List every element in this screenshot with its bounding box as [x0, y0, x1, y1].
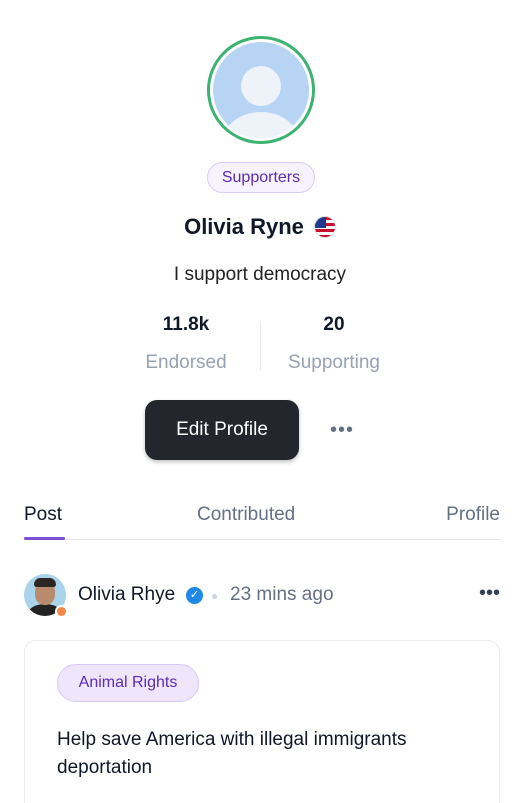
- tab-post[interactable]: Post: [24, 504, 66, 540]
- stat-supporting[interactable]: 20 Supporting: [274, 314, 394, 374]
- verified-icon: ✓: [186, 587, 203, 604]
- post-header: Olivia Rhye ✓ 23 mins ago •••: [24, 574, 500, 618]
- profile-bio: I support democracy: [173, 264, 347, 285]
- us-flag-icon: [313, 216, 336, 238]
- supporters-badge: Supporters: [207, 162, 315, 193]
- stat-supporting-label: Supporting: [288, 352, 380, 373]
- post-timestamp: 23 mins ago: [230, 584, 334, 605]
- profile-stats: 11.8k Endorsed 20 Supporting: [0, 314, 520, 374]
- profile-avatar[interactable]: [207, 36, 315, 144]
- stat-divider: [260, 322, 261, 370]
- stat-endorsed-value: 11.8k: [162, 314, 210, 335]
- post-tag[interactable]: Animal Rights: [57, 664, 199, 702]
- profile-tabs: Post Contributed Profile: [24, 500, 500, 540]
- more-options-icon[interactable]: •••: [326, 414, 358, 446]
- post-author-name[interactable]: Olivia Rhye: [78, 584, 175, 606]
- online-status-icon: [55, 605, 68, 618]
- edit-profile-button[interactable]: Edit Profile: [145, 400, 299, 460]
- post-more-icon[interactable]: •••: [479, 582, 500, 605]
- post-text: Help save America with illegal immigrant…: [57, 729, 407, 778]
- separator-dot: [212, 594, 217, 599]
- profile-name-row: Olivia Ryne: [0, 212, 520, 242]
- tab-profile[interactable]: Profile: [446, 504, 500, 526]
- stat-endorsed[interactable]: 11.8k Endorsed: [126, 314, 246, 374]
- stat-endorsed-label: Endorsed: [145, 352, 227, 373]
- stat-supporting-value: 20: [323, 314, 345, 335]
- profile-name: Olivia Ryne: [184, 214, 304, 239]
- tab-contributed[interactable]: Contributed: [197, 504, 295, 526]
- avatar-placeholder-icon: [213, 42, 309, 138]
- post-card[interactable]: Animal Rights Help save America with ill…: [24, 640, 500, 803]
